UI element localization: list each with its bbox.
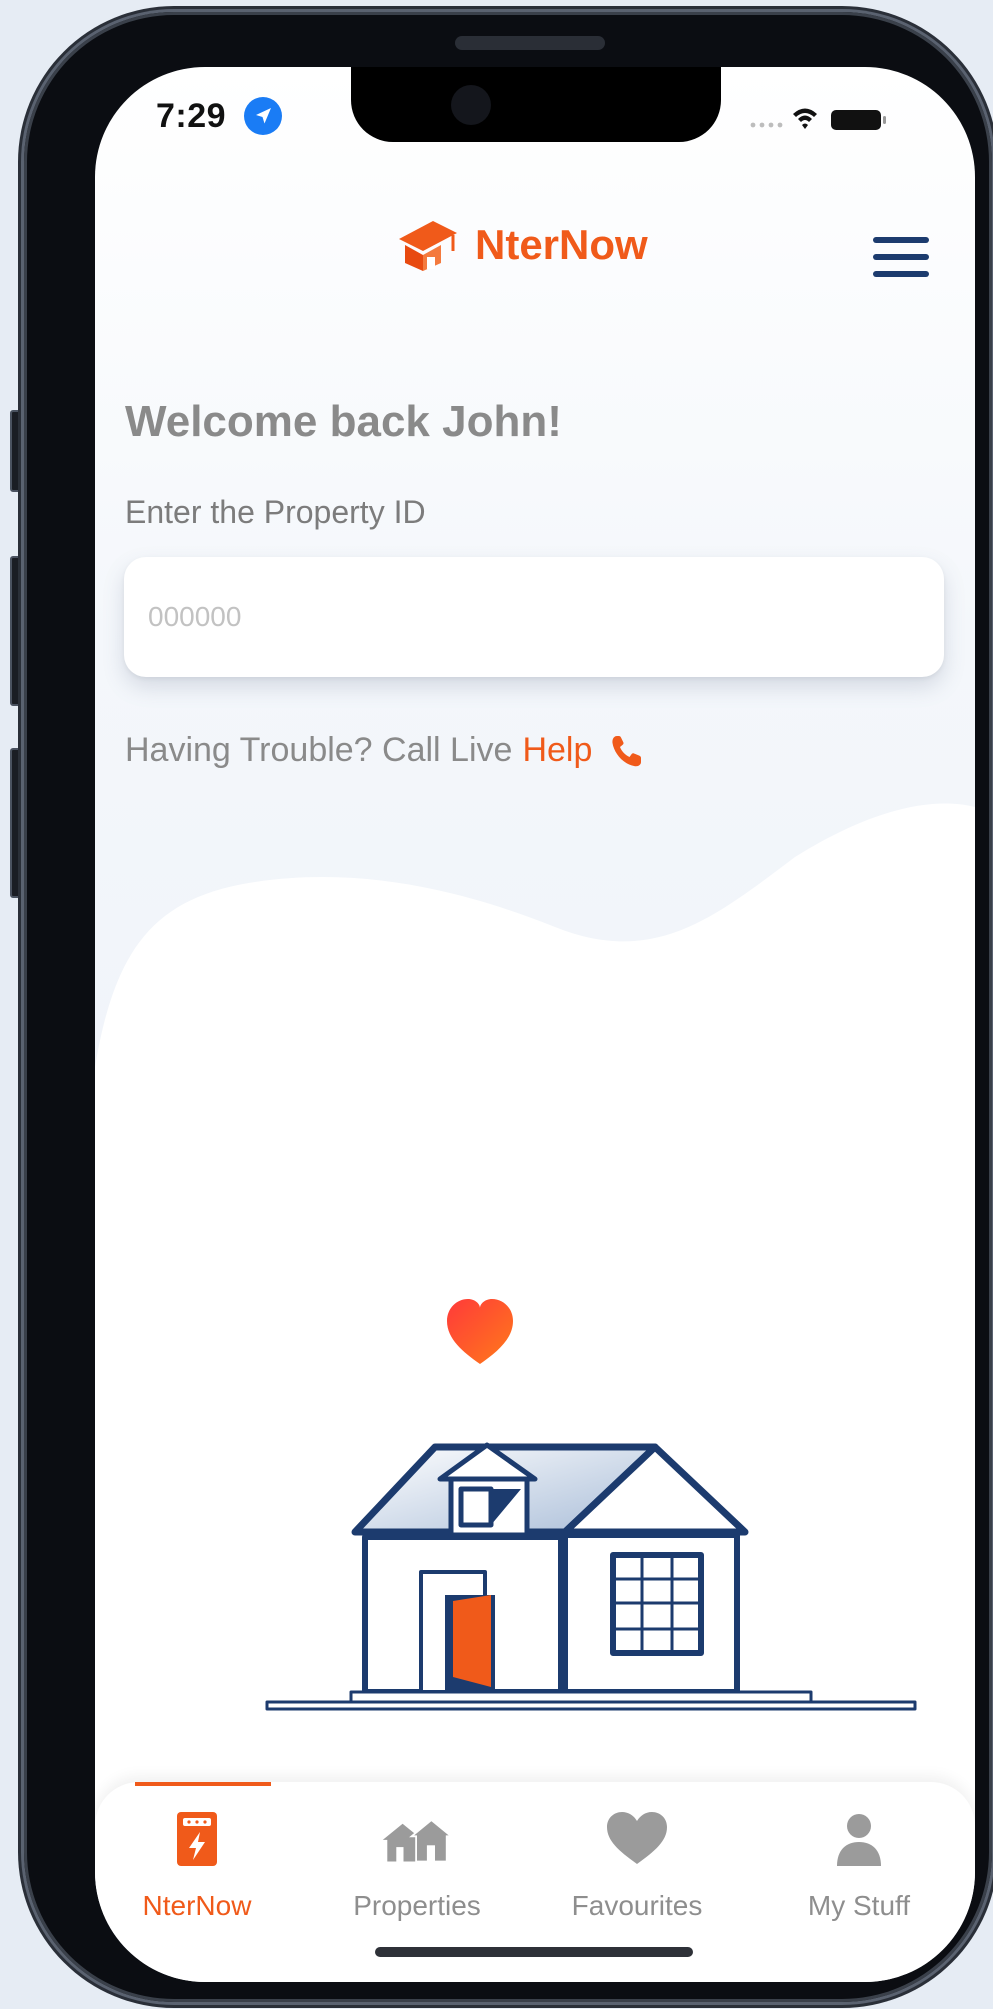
tab-favourites[interactable]: Favourites [537, 1782, 737, 1932]
app-header: NterNow [95, 167, 975, 277]
silent-switch [10, 410, 24, 492]
active-tab-indicator [135, 1782, 271, 1786]
hamburger-icon[interactable] [873, 237, 929, 279]
status-time: 7:29 [156, 97, 227, 135]
tab-label: My Stuff [807, 1890, 911, 1921]
tab-properties[interactable]: Properties [317, 1782, 517, 1932]
property-id-label: Enter the Property ID [125, 494, 426, 530]
person-icon [837, 1814, 881, 1866]
brand-logo[interactable]: NterNow [397, 217, 648, 273]
phone-frame: 7:29 NterNow Welcome back John! Enter th… [24, 12, 992, 2002]
tab-label: Favourites [571, 1890, 703, 1921]
notch [351, 67, 721, 142]
help-row: Having Trouble? Call Live Help [125, 731, 644, 770]
property-id-input[interactable] [124, 557, 944, 677]
tab-nternow[interactable]: NterNow [97, 1782, 297, 1932]
volume-down-button [10, 748, 24, 898]
tablet-bolt-icon [177, 1812, 217, 1866]
tab-label: NterNow [142, 1890, 252, 1921]
wifi-icon [793, 108, 817, 129]
speaker-grille [455, 36, 605, 50]
help-prompt: Having Trouble? Call Live [125, 731, 513, 769]
brand-name: NterNow [475, 221, 648, 268]
houses-icon [382, 1818, 453, 1863]
house-illustration [95, 803, 975, 1847]
tab-label: Properties [353, 1890, 481, 1921]
location-arrow-icon [244, 97, 282, 135]
app-screen: 7:29 NterNow Welcome back John! Enter th… [95, 67, 975, 1982]
phone-icon[interactable] [610, 733, 644, 769]
battery-icon [831, 110, 886, 130]
tab-my-stuff[interactable]: My Stuff [759, 1782, 959, 1932]
welcome-heading: Welcome back John! [125, 397, 562, 446]
volume-up-button [10, 556, 24, 706]
camera [451, 85, 491, 125]
home-indicator[interactable] [375, 1947, 693, 1957]
cellular-signal-icon [750, 122, 783, 128]
help-link[interactable]: Help [522, 731, 592, 770]
graduation-cap-house-icon [399, 221, 457, 271]
heart-icon [607, 1812, 667, 1864]
status-icons [745, 101, 905, 142]
